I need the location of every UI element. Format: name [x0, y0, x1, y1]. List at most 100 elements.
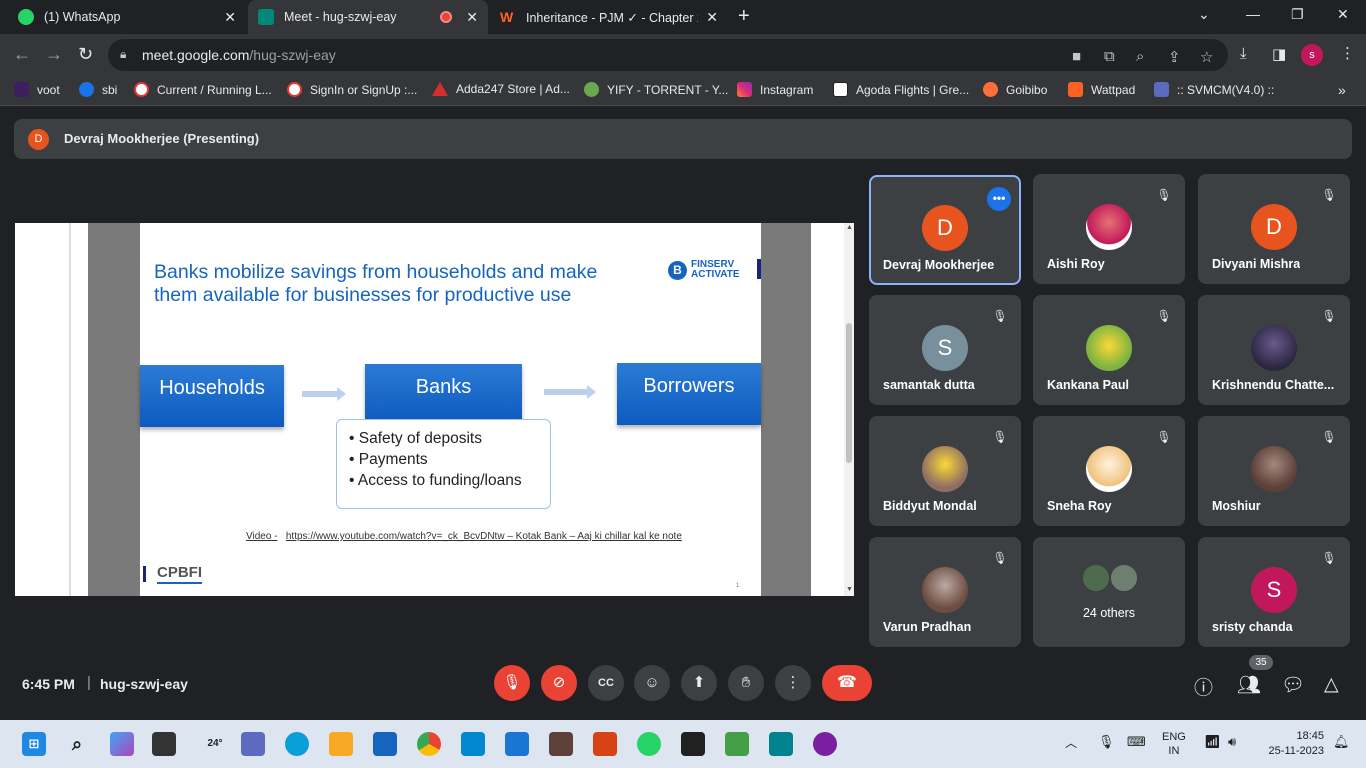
close-icon[interactable]: ✕	[466, 9, 478, 26]
presentation-screen[interactable]: Banks mobilize savings from households a…	[15, 223, 854, 596]
open-in-window-icon[interactable]: ⧉	[1104, 48, 1115, 65]
tab-search-icon[interactable]: ⌄	[1198, 6, 1210, 23]
bookmark-agoda[interactable]: Agoda Flights | Gre...	[833, 82, 969, 97]
tab-meet[interactable]: Meet - hug-szwj-eay ✕	[248, 0, 488, 34]
node-icon[interactable]	[725, 732, 749, 756]
weather-temp: 24°	[207, 738, 223, 749]
bookmark-goibibo[interactable]: Goibibo	[983, 82, 1047, 97]
terminal-icon[interactable]	[681, 732, 705, 756]
start-icon[interactable]: ⊞	[22, 732, 46, 756]
task-view-icon[interactable]	[152, 732, 176, 756]
participant-tile[interactable]: 🎙︎ Krishnendu Chatte...	[1198, 295, 1350, 405]
others-tile[interactable]: 24 others	[1033, 537, 1185, 647]
close-window-button[interactable]: ✕	[1337, 6, 1349, 23]
bookmark-yify[interactable]: YIFY - TORRENT - Y...	[584, 82, 728, 97]
participant-tile[interactable]: 🎙︎ Varun Pradhan	[869, 537, 1021, 647]
chrome-icon[interactable]	[417, 732, 441, 756]
camera-icon[interactable]: ■	[1072, 48, 1081, 65]
download-icon[interactable]: ⤓	[1240, 45, 1247, 62]
activities-icon[interactable]: △	[1324, 673, 1339, 696]
more-bookmarks-icon[interactable]: »	[1338, 82, 1346, 98]
bookmark-svmcm[interactable]: :: SVMCM(V4.0) ::	[1154, 82, 1274, 97]
participant-tile[interactable]: 🎙︎ Biddyut Mondal	[869, 416, 1021, 526]
whatsapp-icon[interactable]	[637, 732, 661, 756]
new-tab-button[interactable]: +	[738, 5, 750, 28]
copilot-icon[interactable]	[110, 732, 134, 756]
forward-button[interactable]: →	[45, 44, 63, 65]
info-icon[interactable]: ⓘ	[1194, 673, 1213, 700]
notification-icon[interactable]: 🔔︎	[1333, 734, 1350, 750]
app-icon[interactable]	[769, 732, 793, 756]
share-icon[interactable]: ⇪	[1168, 48, 1181, 66]
profile-avatar[interactable]: s	[1301, 44, 1323, 66]
restore-button[interactable]: ❐	[1291, 6, 1304, 23]
slide-scrollbar[interactable]: ▲ ▼	[844, 223, 854, 596]
bookmark-signin[interactable]: SignIn or SignUp :...	[287, 82, 417, 97]
emoji-button[interactable]: ☺	[634, 665, 670, 701]
close-icon[interactable]: ✕	[706, 9, 718, 26]
participant-tile[interactable]: 🎙︎ Moshiur	[1198, 416, 1350, 526]
app-icon[interactable]	[549, 732, 573, 756]
volume-icon[interactable]: 🔊︎	[1228, 734, 1236, 750]
file-explorer-icon[interactable]	[329, 732, 353, 756]
mic-off-button[interactable]: 🎙︎	[494, 665, 530, 701]
scroll-down-icon[interactable]: ▼	[846, 586, 853, 593]
participant-tile[interactable]: 🎙︎ Aishi Roy	[1033, 174, 1185, 284]
scroll-up-icon[interactable]: ▲	[846, 224, 853, 231]
menu-icon[interactable]: ⋮	[1340, 44, 1355, 62]
reload-button[interactable]: ↻	[78, 44, 93, 65]
participant-tile[interactable]: S 🎙︎ samantak dutta	[869, 295, 1021, 405]
microphone-icon[interactable]: 🎙︎	[1098, 734, 1115, 750]
headphones-icon[interactable]	[813, 732, 837, 756]
recording-icon	[440, 11, 452, 23]
participant-tile[interactable]: 🎙︎ Kankana Paul	[1033, 295, 1185, 405]
chat-icon[interactable]: 💬︎	[1281, 673, 1305, 697]
bookmark-adda247[interactable]: Adda247 Store | Ad...	[432, 82, 570, 96]
people-icon[interactable]: 👥︎	[1237, 673, 1261, 697]
camera-off-button[interactable]: ⊘	[541, 665, 577, 701]
end-call-button[interactable]: ☎︎	[822, 665, 872, 701]
more-options-icon[interactable]: •••	[987, 187, 1011, 211]
bookmark-current-running[interactable]: Current / Running L...	[134, 82, 272, 97]
chevron-up-icon[interactable]: ︿	[1065, 734, 1077, 751]
address-bar[interactable]: 🔒︎ meet.google.com/hug-szwj-eay ■ ⧉ ⌕ ⇪ …	[108, 39, 1228, 71]
bookmark-wattpad[interactable]: Wattpad	[1068, 82, 1135, 97]
mic-off-icon: 🎙︎	[992, 309, 1008, 323]
mail-icon[interactable]	[373, 732, 397, 756]
participant-tile[interactable]: 🎙︎ Sneha Roy	[1033, 416, 1185, 526]
captions-button[interactable]: CC	[588, 665, 624, 701]
bookmark-label: Goibibo	[1006, 82, 1048, 97]
tab-inheritance[interactable]: W Inheritance - PJM ✓ - Chapter 25 ✕	[490, 0, 728, 34]
powerpoint-icon[interactable]	[593, 732, 617, 756]
keyboard-icon[interactable]: ⌨︎	[1127, 734, 1146, 750]
close-icon[interactable]: ✕	[224, 9, 236, 26]
avatar-photo	[1086, 446, 1132, 492]
participant-tile[interactable]: D ••• Devraj Mookherjee	[869, 175, 1021, 285]
participant-tile[interactable]: D 🎙︎ Divyani Mishra	[1198, 174, 1350, 284]
search-icon[interactable]: ⌕	[65, 732, 89, 756]
bookmark-voot[interactable]: voot	[14, 82, 60, 97]
bookmark-instagram[interactable]: Instagram	[737, 82, 813, 97]
participant-tile[interactable]: S 🎙︎ sristy chanda	[1198, 537, 1350, 647]
wifi-icon[interactable]: 📶︎	[1204, 734, 1221, 750]
language-indicator[interactable]: ENG IN	[1162, 730, 1186, 758]
back-button[interactable]: ←	[13, 44, 31, 65]
edge-icon[interactable]	[285, 732, 309, 756]
side-panel-icon[interactable]: ◨	[1272, 45, 1286, 63]
zoom-icon[interactable]: ⌕	[1136, 48, 1144, 65]
clock[interactable]: 18:45 25-11-2023	[1260, 729, 1324, 759]
present-button[interactable]: ⬆	[681, 665, 717, 701]
vscode-icon[interactable]	[505, 732, 529, 756]
minimize-button[interactable]: —	[1246, 6, 1260, 22]
weather-icon[interactable]: 24°	[198, 732, 232, 756]
bookmark-star-icon[interactable]: ☆	[1200, 48, 1213, 66]
tab-whatsapp[interactable]: (1) WhatsApp ✕	[8, 0, 246, 34]
teams-icon[interactable]	[241, 732, 265, 756]
url-text: meet.google.com/hug-szwj-eay	[142, 47, 336, 63]
bookmark-sbi[interactable]: sbi	[79, 82, 117, 97]
more-options-button[interactable]: ⋮	[775, 665, 811, 701]
raise-hand-button[interactable]: ✋︎	[728, 665, 764, 701]
scrollbar-thumb[interactable]	[846, 323, 852, 463]
pc-icon[interactable]	[461, 732, 485, 756]
participant-name: sristy chanda	[1212, 620, 1293, 634]
